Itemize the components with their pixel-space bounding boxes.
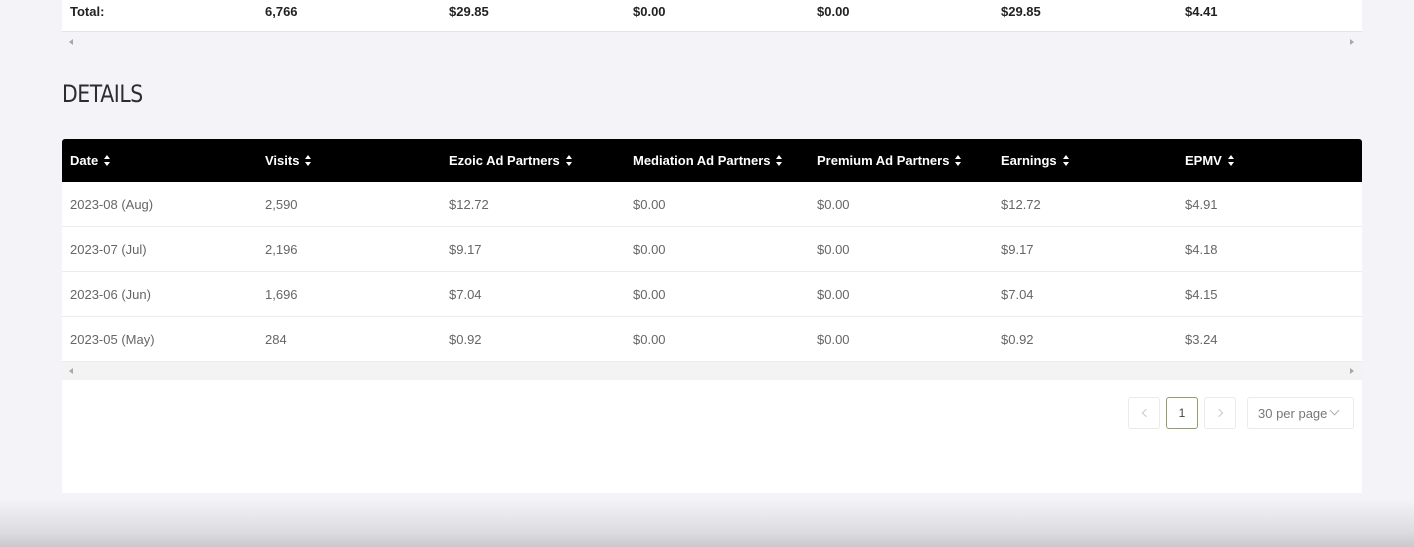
per-page-select[interactable]: 30 per page (1247, 397, 1354, 429)
scroll-right-icon[interactable] (1350, 368, 1354, 374)
cell-mediation: $0.00 (633, 331, 666, 347)
sort-icon[interactable] (104, 155, 111, 166)
cell-epmv: $3.24 (1185, 331, 1218, 347)
cell-date: 2023-07 (Jul) (70, 241, 147, 257)
column-header-date[interactable]: Date (62, 153, 257, 168)
table-row: 2023-07 (Jul) 2,196 $9.17 $0.00 $0.00 $9… (62, 227, 1362, 272)
totals-earnings: $29.85 (1001, 3, 1041, 19)
column-header-epmv[interactable]: EPMV (1177, 153, 1362, 168)
pagination: 1 30 per page (1128, 397, 1354, 429)
cell-mediation: $0.00 (633, 196, 666, 212)
details-title: DETAILS (62, 80, 143, 108)
cell-epmv: $4.91 (1185, 196, 1218, 212)
cell-date: 2023-06 (Jun) (70, 286, 151, 302)
scroll-left-icon[interactable] (69, 368, 73, 374)
column-header-label: Visits (265, 153, 300, 168)
cell-mediation: $0.00 (633, 286, 666, 302)
cell-epmv: $4.18 (1185, 241, 1218, 257)
cell-date: 2023-08 (Aug) (70, 196, 154, 212)
cell-ezoic: $9.17 (449, 241, 482, 257)
totals-row: Total: 6,766 $29.85 $0.00 $0.00 $29.85 $… (62, 0, 1362, 22)
sort-icon[interactable] (1227, 155, 1234, 166)
column-header-mediation-ad-partners[interactable]: Mediation Ad Partners (625, 153, 809, 168)
prev-page-button[interactable] (1128, 397, 1160, 429)
column-header-label: EPMV (1185, 153, 1222, 168)
cell-epmv: $4.15 (1185, 286, 1218, 302)
totals-label: Total: (70, 3, 105, 19)
column-header-label: Premium Ad Partners (817, 153, 950, 168)
cell-visits: 2,590 (265, 196, 298, 212)
scroll-left-icon[interactable] (69, 39, 73, 45)
cell-premium: $0.00 (817, 196, 850, 212)
table-row: 2023-06 (Jun) 1,696 $7.04 $0.00 $0.00 $7… (62, 272, 1362, 317)
scroll-right-icon[interactable] (1350, 39, 1354, 45)
totals-horizontal-scrollbar[interactable] (62, 33, 1362, 51)
totals-visits: 6,766 (265, 3, 298, 19)
totals-table: Total: 6,766 $29.85 $0.00 $0.00 $29.85 $… (62, 0, 1362, 45)
cell-earnings: $12.72 (1001, 196, 1041, 212)
column-header-label: Mediation Ad Partners (633, 153, 771, 168)
cell-date: 2023-05 (May) (70, 331, 155, 347)
chevron-left-icon (1141, 408, 1150, 418)
column-header-premium-ad-partners[interactable]: Premium Ad Partners (809, 153, 993, 168)
sort-icon[interactable] (955, 155, 962, 166)
page-button-current[interactable]: 1 (1166, 397, 1198, 429)
column-header-label: Date (70, 153, 99, 168)
details-horizontal-scrollbar[interactable] (62, 362, 1362, 380)
totals-epmv: $4.41 (1185, 3, 1218, 19)
cell-ezoic: $0.92 (449, 331, 482, 347)
column-header-label: Earnings (1001, 153, 1057, 168)
chevron-right-icon (1214, 408, 1223, 418)
cell-earnings: $9.17 (1001, 241, 1034, 257)
per-page-value: 30 per page (1258, 405, 1328, 421)
cell-mediation: $0.00 (633, 241, 666, 257)
cell-earnings: $7.04 (1001, 286, 1034, 302)
totals-ezoic: $29.85 (449, 3, 489, 19)
window-bottom-shadow (0, 499, 1414, 547)
cell-visits: 2,196 (265, 241, 298, 257)
table-header: Date Visits Ezoic Ad Partners Mediation … (62, 139, 1362, 182)
chevron-down-icon (1329, 405, 1340, 416)
sort-icon[interactable] (776, 155, 783, 166)
cell-ezoic: $7.04 (449, 286, 482, 302)
cell-premium: $0.00 (817, 286, 850, 302)
table-row: 2023-05 (May) 284 $0.92 $0.00 $0.00 $0.9… (62, 317, 1362, 362)
cell-visits: 284 (265, 331, 287, 347)
cell-visits: 1,696 (265, 286, 298, 302)
column-header-visits[interactable]: Visits (257, 153, 441, 168)
totals-premium: $0.00 (817, 3, 850, 19)
column-header-label: Ezoic Ad Partners (449, 153, 560, 168)
cell-premium: $0.00 (817, 331, 850, 347)
details-table: Date Visits Ezoic Ad Partners Mediation … (62, 139, 1362, 493)
cell-ezoic: $12.72 (449, 196, 489, 212)
cell-earnings: $0.92 (1001, 331, 1034, 347)
column-header-earnings[interactable]: Earnings (993, 153, 1177, 168)
column-header-ezoic-ad-partners[interactable]: Ezoic Ad Partners (441, 153, 625, 168)
sort-icon[interactable] (305, 155, 312, 166)
divider (62, 31, 1362, 32)
sort-icon[interactable] (1062, 155, 1069, 166)
table-row: 2023-08 (Aug) 2,590 $12.72 $0.00 $0.00 $… (62, 182, 1362, 227)
sort-icon[interactable] (565, 155, 572, 166)
cell-premium: $0.00 (817, 241, 850, 257)
totals-mediation: $0.00 (633, 3, 666, 19)
next-page-button[interactable] (1204, 397, 1236, 429)
